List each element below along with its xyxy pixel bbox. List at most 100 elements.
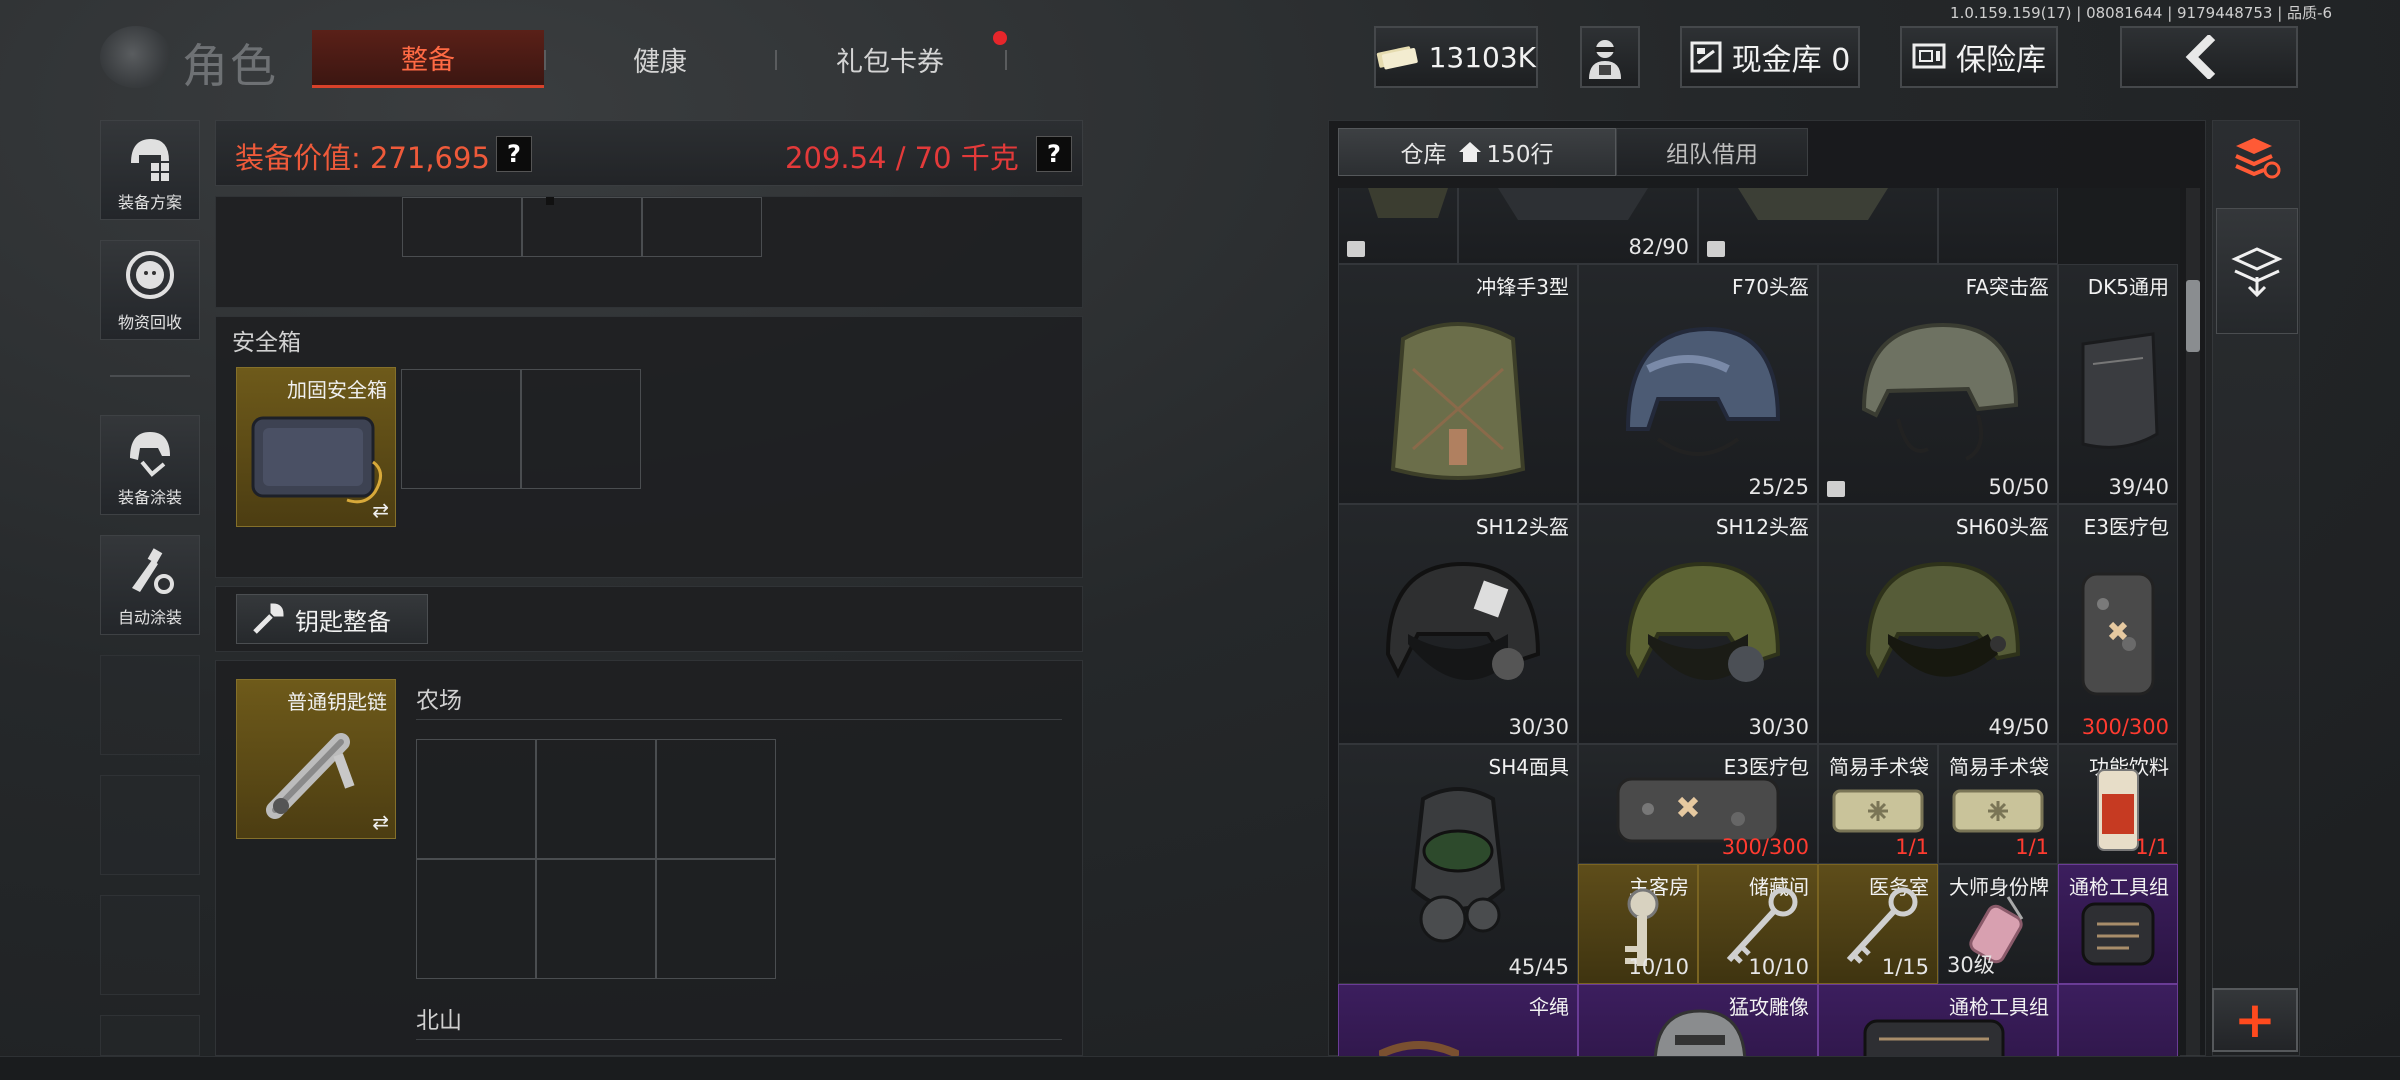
cursor-dot: [546, 197, 554, 205]
currency-amount: 13103K: [1428, 40, 1536, 74]
inventory-item[interactable]: FA突击盔 50/50: [1818, 264, 2058, 504]
tab-team-borrow[interactable]: 组队借用: [1616, 128, 1808, 176]
toolkit-icon: [1863, 1019, 2005, 1056]
area-farm-label: 农场: [416, 688, 462, 714]
inventory-item[interactable]: SH12头盔 30/30: [1338, 504, 1578, 744]
inventory-item[interactable]: 大师身份牌 30级: [1938, 864, 2058, 984]
inventory-item[interactable]: 医务室 1/15: [1818, 864, 1938, 984]
divider: [416, 719, 1062, 720]
weight-help-button[interactable]: ?: [1036, 136, 1072, 172]
keychain-icon: [266, 733, 355, 819]
notification-badge: [993, 31, 1007, 45]
stack-download-icon: [2231, 247, 2283, 298]
item-name: 加固安全箱: [287, 378, 387, 402]
back-arrow-icon: [2185, 35, 2216, 79]
keychain-panel: 普通钥匙链 ⇄ 农场 北山: [215, 660, 1083, 1056]
grid-slot[interactable]: [416, 739, 536, 859]
cash-vault-button[interactable]: 现金库 0: [1680, 26, 1860, 88]
sidebar-item-label: 装备方案: [117, 193, 182, 212]
tab-divider: [775, 50, 777, 70]
divider: [416, 1039, 1062, 1040]
sidebar-empty-slot: [100, 895, 200, 995]
grid-slot[interactable]: [536, 739, 656, 859]
quick-deposit-button[interactable]: [2216, 208, 2298, 334]
sidebar-item-equipment-plan[interactable]: 装备方案: [100, 120, 200, 220]
helmet-green-icon: [1625, 561, 1781, 682]
sidebar-empty-slot: [100, 1015, 200, 1056]
sidebar-empty-slot: [100, 775, 200, 875]
vault-icon: [1690, 41, 1722, 73]
grid-slot[interactable]: [401, 369, 521, 489]
recycle-icon: [126, 251, 174, 299]
inventory-item[interactable]: E3医疗包 300/300: [2058, 504, 2178, 744]
grid-slot[interactable]: [522, 197, 642, 257]
inventory-item[interactable]: E3医疗包 300/300: [1578, 744, 1818, 864]
add-tab-button[interactable]: +: [2212, 988, 2298, 1052]
inventory-item[interactable]: 猛攻雕像: [1578, 984, 1818, 1056]
container-icon: [1827, 481, 1845, 497]
sidebar-item-label: 装备涂装: [117, 488, 182, 507]
sidebar-item-label: 物资回收: [117, 313, 182, 332]
plus-icon: +: [2234, 991, 2276, 1049]
inventory-item[interactable]: 通枪工具组: [1818, 984, 2058, 1056]
toolkit-icon: [2081, 902, 2155, 966]
item-level: 30级: [1947, 953, 1995, 977]
key-loadout-button[interactable]: 钥匙整备: [236, 594, 428, 644]
inventory-item[interactable]: SH60头盔 49/50: [1818, 504, 2058, 744]
insurance-vault-button[interactable]: 保险库: [1900, 26, 2058, 88]
inventory-item[interactable]: 伞绳: [1338, 984, 1578, 1056]
tab-warehouse[interactable]: 仓库 150行: [1338, 128, 1616, 176]
vest-icon: [1738, 188, 1888, 220]
currency-display[interactable]: 13103K: [1374, 26, 1538, 88]
back-button[interactable]: [2120, 26, 2298, 88]
warehouse-tabs: 仓库 150行 组队借用: [1338, 128, 1808, 180]
wrench-icon: [253, 603, 284, 634]
value-help-button[interactable]: ?: [496, 136, 532, 172]
trader-button[interactable]: [1580, 26, 1640, 88]
warehouse-scrollbar-thumb[interactable]: [2186, 280, 2200, 352]
inventory-item[interactable]: SH4面具 45/45: [1338, 744, 1578, 984]
keychain-item[interactable]: 普通钥匙链 ⇄: [236, 679, 396, 839]
inventory-item[interactable]: 储藏间 10/10: [1698, 864, 1818, 984]
cash-icon: [1376, 46, 1418, 70]
sidebar-item-auto-paint[interactable]: 自动涂装: [100, 535, 200, 635]
grid-slot[interactable]: [416, 859, 536, 979]
inventory-item[interactable]: 简易手术袋 1/1: [1818, 744, 1938, 864]
inventory-item[interactable]: 主客房 10/10: [1578, 864, 1698, 984]
inventory-item[interactable]: [2058, 984, 2178, 1056]
inventory-item[interactable]: SH12头盔 30/30: [1578, 504, 1818, 744]
sidebar-item-label: 自动涂装: [117, 608, 182, 627]
equipment-plan-icon: [131, 139, 169, 181]
inventory-item[interactable]: 功能饮料 1/1: [2058, 744, 2178, 864]
swap-icon[interactable]: ⇄: [372, 498, 389, 522]
tab-health[interactable]: 健康: [560, 30, 760, 88]
page-title: 角色: [182, 39, 278, 93]
safe-box-section-title: 安全箱: [232, 330, 301, 356]
helmet-green-icon: [1865, 561, 2021, 678]
grid-slot[interactable]: [656, 859, 776, 979]
grid-slot[interactable]: [402, 197, 522, 257]
surgery-bag-icon: [1952, 789, 2044, 833]
safe-case-icon: [251, 416, 382, 504]
inventory-item[interactable]: 简易手术袋 1/1: [1938, 744, 2058, 864]
armor-plate-icon: [2081, 331, 2159, 449]
swap-icon[interactable]: ⇄: [372, 810, 389, 834]
inventory-item[interactable]: 通枪工具组: [2058, 864, 2178, 984]
safe-box-item[interactable]: 加固安全箱 ⇄: [236, 367, 396, 527]
sidebar-item-recycle[interactable]: 物资回收: [100, 240, 200, 340]
inventory-item[interactable]: 冲锋手3型: [1338, 264, 1578, 504]
inventory-item[interactable]: [1938, 188, 2058, 264]
container-icon: [1707, 241, 1725, 257]
paint-helmet-icon: [130, 432, 170, 477]
tab-equipment[interactable]: 整备: [312, 30, 544, 88]
sort-button[interactable]: [2216, 120, 2298, 196]
tab-gift-cards[interactable]: 礼包卡券: [790, 30, 990, 88]
sidebar-item-paint[interactable]: 装备涂装: [100, 415, 200, 515]
medkit-icon: [2081, 572, 2155, 696]
inventory-item[interactable]: DK5通用 39/40: [2058, 264, 2178, 504]
grid-slot[interactable]: [521, 369, 641, 489]
grid-slot[interactable]: [642, 197, 762, 257]
inventory-item[interactable]: F70头盔 25/25: [1578, 264, 1818, 504]
grid-slot[interactable]: [656, 739, 776, 859]
grid-slot[interactable]: [536, 859, 656, 979]
